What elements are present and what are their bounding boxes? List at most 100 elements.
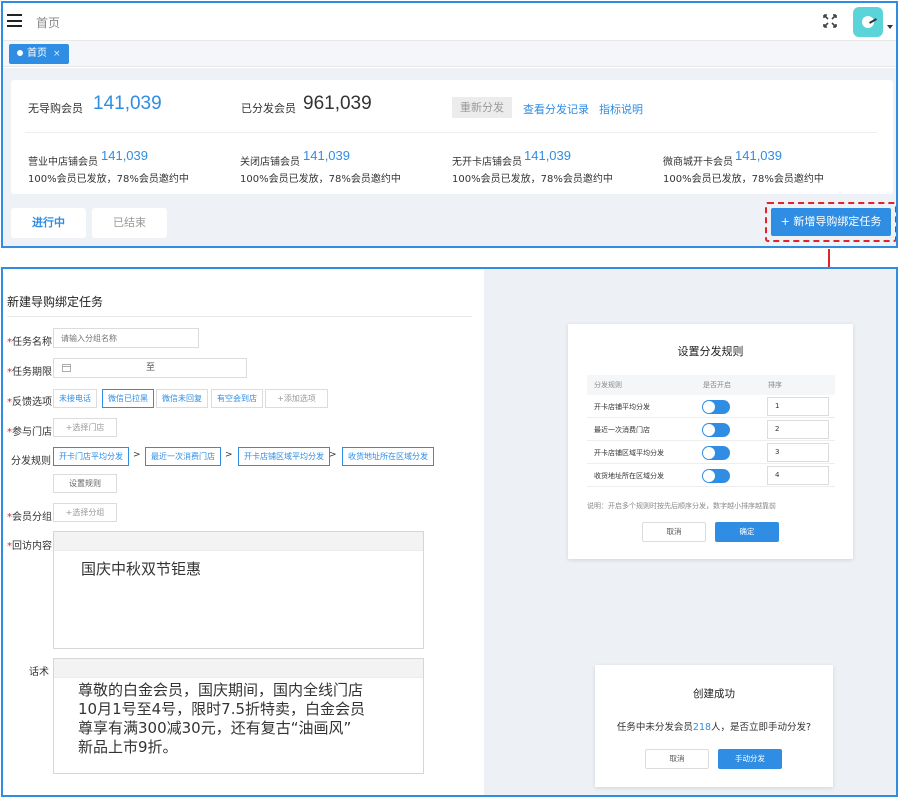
- chevron-down-icon[interactable]: [887, 25, 893, 29]
- fullscreen-icon[interactable]: [822, 13, 838, 29]
- script-text: 尊敬的白金会员，国庆期间，国内全线门店 10月1号至4号，限时7.5折特卖，白金…: [78, 681, 366, 756]
- success-message: 任务中未分发会员218人，是否立即手动分发?: [616, 722, 812, 733]
- tab-home-label: 首页: [27, 48, 47, 59]
- tab-home[interactable]: 首页 ×: [9, 44, 69, 64]
- preview-area: 设置分发规则 分发规则 是否开启 排序 开卡店铺平均分发 1 最近一次消费门店 …: [484, 269, 896, 795]
- rule-label: 分发规则: [11, 456, 51, 467]
- create-success-modal: 创建成功 任务中未分发会员218人，是否立即手动分发? 取消 手动分发: [595, 665, 833, 787]
- distribution-rule-modal: 设置分发规则 分发规则 是否开启 排序 开卡店铺平均分发 1 最近一次消费门店 …: [568, 324, 853, 559]
- sub-stat-label: 无开卡店铺会员: [452, 157, 522, 168]
- ended-button[interactable]: 已结束: [92, 208, 167, 238]
- add-option-button[interactable]: +添加选项: [265, 389, 328, 408]
- redistribute-button[interactable]: 重新分发: [452, 97, 512, 118]
- col-order: 排序: [768, 381, 782, 389]
- assigned-members-value: 961,039: [303, 93, 372, 114]
- sub-stat-desc: 100%会员已发放，78%会员邀约中: [240, 174, 401, 185]
- order-input[interactable]: 4: [767, 466, 829, 485]
- rule-name: 最近一次消费门店: [594, 426, 650, 434]
- rule-name: 收货地址所在区域分发: [594, 472, 664, 480]
- order-input[interactable]: 3: [767, 443, 829, 462]
- col-rule: 分发规则: [594, 381, 622, 389]
- rule-table-header: 分发规则 是否开启 排序: [587, 375, 835, 395]
- close-icon[interactable]: ×: [53, 49, 61, 59]
- rule-separator: >: [225, 450, 233, 460]
- confirm-button[interactable]: 确定: [715, 522, 779, 542]
- editor-toolbar: [54, 532, 423, 551]
- assigned-members-label: 已分发会员: [241, 102, 296, 115]
- hamburger-menu-icon[interactable]: [7, 14, 22, 27]
- new-task-panel: 新建导购绑定任务 *任务名称 *任务期限 至 *反馈选项 未接电话 微信已拉黑 …: [1, 267, 898, 797]
- order-input[interactable]: 1: [767, 397, 829, 416]
- rule-toggle[interactable]: [702, 400, 730, 414]
- new-guide-binding-task-button[interactable]: + 新增导购绑定任务: [771, 208, 891, 236]
- dashboard-body: 无导购会员 141,039 已分发会员 961,039 重新分发 查看分发记录 …: [3, 68, 896, 246]
- order-input[interactable]: 2: [767, 420, 829, 439]
- divider: [7, 316, 472, 317]
- table-row: 开卡店铺区域平均分发 3: [587, 441, 835, 464]
- feedback-option[interactable]: 有空会到店: [211, 389, 263, 408]
- sub-stat-label: 关闭店铺会员: [240, 157, 300, 168]
- view-records-link[interactable]: 查看分发记录: [523, 101, 589, 117]
- calendar-icon: [62, 364, 71, 372]
- feedback-option[interactable]: 未接电话: [53, 389, 97, 408]
- col-enabled: 是否开启: [703, 381, 731, 389]
- rule-step[interactable]: 收货地址所在区域分发: [342, 447, 434, 466]
- script-editor[interactable]: 尊敬的白金会员，国庆期间，国内全线门店 10月1号至4号，限时7.5折特卖，白金…: [53, 658, 424, 774]
- modal-title: 创建成功: [693, 688, 735, 700]
- unassigned-count: 218: [692, 722, 712, 733]
- visit-content-editor[interactable]: 国庆中秋双节钜惠: [53, 531, 424, 649]
- select-store-button[interactable]: +选择门店: [53, 418, 117, 437]
- in-progress-button[interactable]: 进行中: [11, 208, 86, 238]
- sub-stat-label: 营业中店铺会员: [28, 157, 98, 168]
- select-group-button[interactable]: +选择分组: [53, 503, 117, 522]
- breadcrumb[interactable]: 首页: [36, 14, 60, 31]
- metric-desc-link[interactable]: 指标说明: [599, 101, 643, 117]
- stores-label: *参与门店: [7, 427, 52, 438]
- editor-toolbar: [54, 659, 423, 678]
- active-dot-icon: [17, 50, 23, 56]
- feedback-options-label: *反馈选项: [7, 397, 52, 408]
- stats-card: 无导购会员 141,039 已分发会员 961,039 重新分发 查看分发记录 …: [11, 80, 893, 194]
- tab-strip: 首页 ×: [3, 41, 896, 67]
- set-rule-button[interactable]: 设置规则: [53, 474, 117, 493]
- modal-title: 设置分发规则: [677, 345, 744, 358]
- feedback-option[interactable]: 微信已拉黑: [102, 389, 154, 408]
- task-period-range[interactable]: 至: [53, 358, 247, 378]
- form-title: 新建导购绑定任务: [7, 295, 104, 309]
- cancel-button[interactable]: 取消: [642, 522, 706, 542]
- visit-content-label: *回访内容: [7, 541, 52, 552]
- no-guide-members-value: 141,039: [93, 93, 162, 114]
- sub-stat-desc: 100%会员已发放，78%会员邀约中: [28, 174, 189, 185]
- sub-stat-value: 141,039: [524, 148, 571, 163]
- rule-step[interactable]: 开卡门店平均分发: [53, 447, 129, 466]
- sub-stat-value: 141,039: [735, 148, 782, 163]
- task-name-input[interactable]: [53, 328, 199, 348]
- rule-table: 分发规则 是否开启 排序 开卡店铺平均分发 1 最近一次消费门店 2 开卡店铺区…: [587, 375, 835, 487]
- sub-stat-desc: 100%会员已发放，78%会员邀约中: [452, 174, 613, 185]
- highlight-box: + 新增导购绑定任务: [765, 202, 896, 242]
- rule-toggle[interactable]: [702, 446, 730, 460]
- member-group-label: *会员分组: [7, 512, 52, 523]
- script-label: 话术: [29, 667, 49, 678]
- task-name-label: *任务名称: [7, 337, 52, 348]
- rule-step[interactable]: 最近一次消费门店: [145, 447, 221, 466]
- user-avatar[interactable]: [853, 7, 883, 37]
- table-row: 收货地址所在区域分发 4: [587, 464, 835, 487]
- table-row: 开卡店铺平均分发 1: [587, 395, 835, 418]
- rule-step[interactable]: 开卡店铺区域平均分发: [238, 447, 330, 466]
- sub-stat-desc: 100%会员已发放，78%会员邀约中: [663, 174, 824, 185]
- new-task-form: 新建导购绑定任务 *任务名称 *任务期限 至 *反馈选项 未接电话 微信已拉黑 …: [3, 269, 484, 795]
- rule-toggle[interactable]: [702, 469, 730, 483]
- top-navbar: 首页: [3, 3, 896, 41]
- rule-separator: >: [133, 450, 141, 460]
- divider: [25, 132, 877, 133]
- rule-name: 开卡店铺区域平均分发: [594, 449, 664, 457]
- member-dashboard-panel: 首页 首页 × 无导购会员 141,039 已分发会员 961,039 重新分发 …: [1, 1, 898, 248]
- cancel-button[interactable]: 取消: [645, 749, 709, 769]
- rule-name: 开卡店铺平均分发: [594, 403, 650, 411]
- sub-stat-value: 141,039: [303, 148, 350, 163]
- feedback-option[interactable]: 微信未回复: [156, 389, 208, 408]
- manual-distribute-button[interactable]: 手动分发: [718, 749, 782, 769]
- rule-toggle[interactable]: [702, 423, 730, 437]
- sub-stat-value: 141,039: [101, 148, 148, 163]
